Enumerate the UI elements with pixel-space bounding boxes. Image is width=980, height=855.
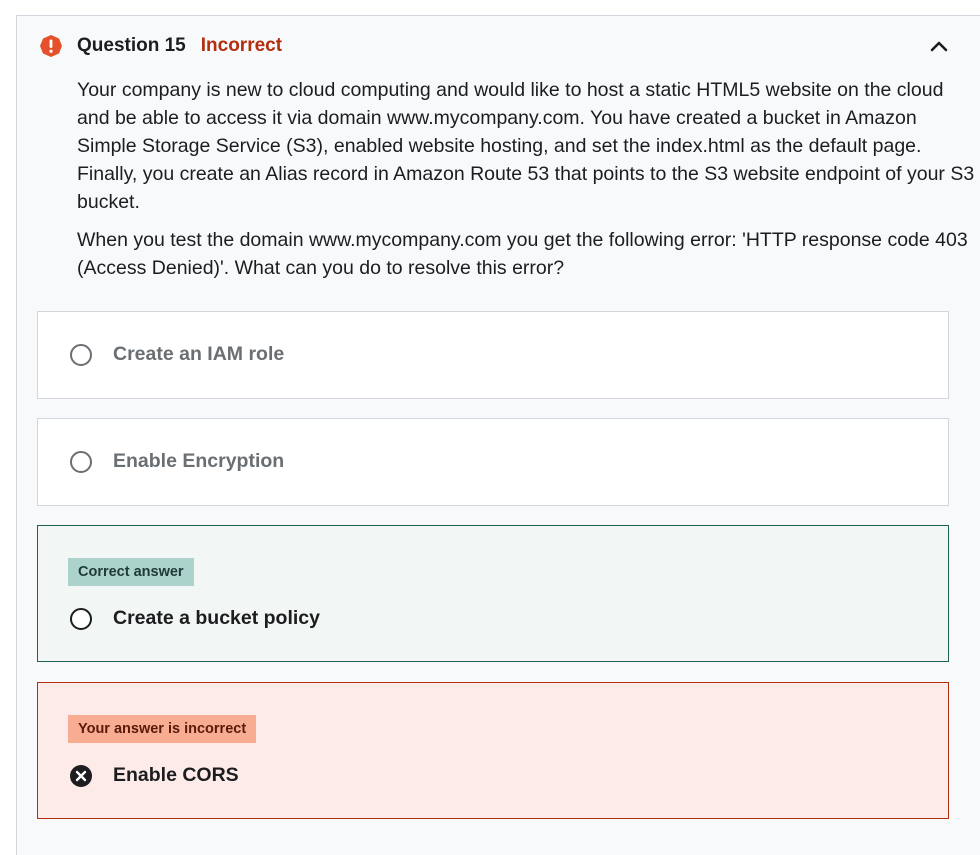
result-status: Incorrect [200,35,283,56]
radio-button[interactable] [70,608,92,630]
radio-button[interactable] [70,344,92,366]
question-paragraph: Your company is new to cloud computing a… [77,79,975,213]
x-circle-icon [70,765,92,787]
answer-label: Create an IAM role [113,343,285,365]
incorrect-answer-badge: Your answer is incorrect [68,715,257,743]
question-paragraph: When you test the domain www.mycompany.c… [77,229,968,279]
answer-option-correct[interactable]: Correct answer Create a bucket policy [37,525,949,662]
question-text: Your company is new to cloud computing a… [77,76,977,292]
answer-label: Enable CORS [113,764,239,786]
answer-label: Enable Encryption [113,450,285,472]
answer-option-selected[interactable]: Your answer is incorrect Enable CORS [37,682,949,819]
answer-label: Create a bucket policy [113,607,320,629]
correct-answer-badge: Correct answer [68,558,194,586]
answer-option[interactable]: Create an IAM role [37,311,949,399]
question-number: Question 15 [77,35,186,56]
question-header: Question 15 Incorrect [39,31,282,61]
radio-button[interactable] [70,451,92,473]
alert-icon [39,34,63,58]
chevron-up-icon [930,41,948,52]
collapse-button[interactable] [926,35,952,57]
answer-option[interactable]: Enable Encryption [37,418,949,506]
